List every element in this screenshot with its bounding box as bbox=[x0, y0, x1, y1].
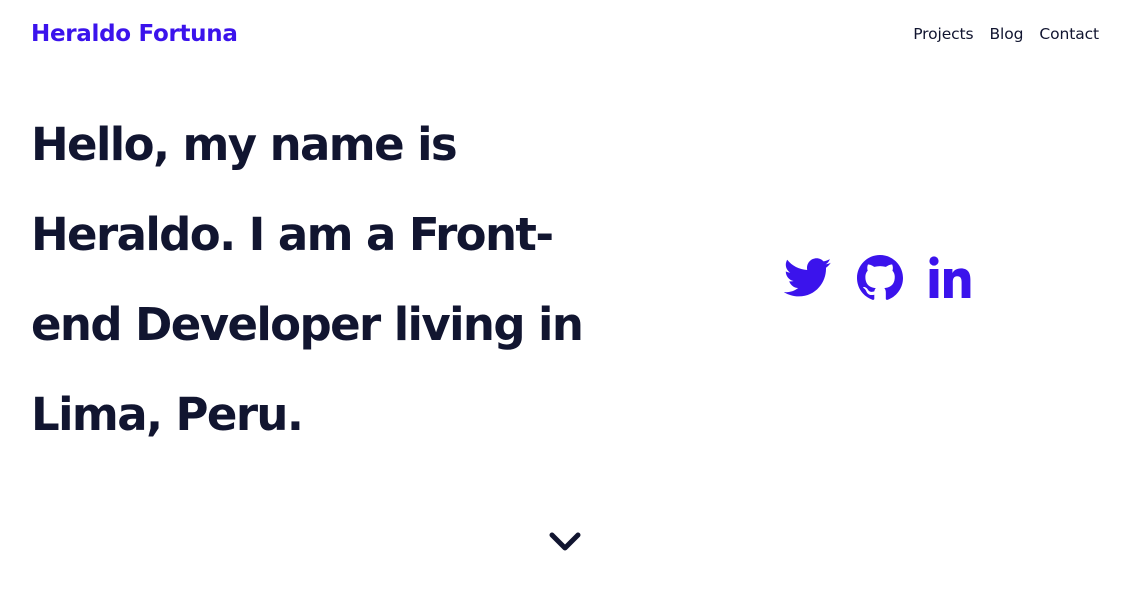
site-header: Heraldo Fortuna Projects Blog Contact bbox=[31, 14, 1099, 54]
hero-heading-line: Lima, Peru. bbox=[31, 388, 304, 441]
nav-link-contact[interactable]: Contact bbox=[1039, 25, 1099, 43]
hero-heading-line: end Developer living in bbox=[31, 298, 584, 351]
chevron-down-icon bbox=[549, 532, 581, 551]
github-icon bbox=[857, 255, 903, 300]
nav-link-projects[interactable]: Projects bbox=[913, 25, 973, 43]
brand-logo-link[interactable]: Heraldo Fortuna bbox=[31, 21, 238, 47]
github-link[interactable] bbox=[856, 252, 904, 304]
linkedin-icon bbox=[929, 256, 971, 298]
social-links bbox=[784, 252, 976, 304]
twitter-link[interactable] bbox=[784, 252, 832, 304]
page: Heraldo Fortuna Projects Blog Contact He… bbox=[0, 0, 1135, 590]
hero-heading-line: Heraldo. I am a Front- bbox=[31, 208, 554, 261]
hero-heading-line: Hello, my name is bbox=[31, 118, 458, 171]
twitter-icon bbox=[784, 258, 832, 297]
nav-link-blog[interactable]: Blog bbox=[990, 25, 1024, 43]
scroll-down-button[interactable] bbox=[546, 526, 584, 556]
hero-heading: Hello, my name is Heraldo. I am a Front-… bbox=[31, 100, 671, 460]
linkedin-link[interactable] bbox=[928, 252, 976, 304]
hero-section: Hello, my name is Heraldo. I am a Front-… bbox=[31, 100, 671, 460]
main-nav: Projects Blog Contact bbox=[913, 25, 1099, 43]
